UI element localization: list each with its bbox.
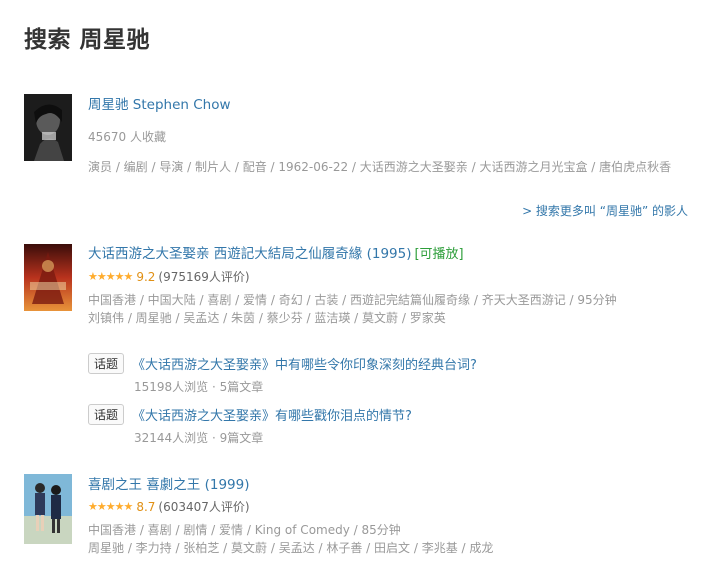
- movie-result-1: 大话西游之大圣娶亲 西遊記大結局之仙履奇緣 (1995) [可播放] ★★★★★ …: [24, 244, 700, 344]
- movie-cast-2: 周星驰 / 李力持 / 张柏芝 / 莫文蔚 / 吴孟达 / 林子善 / 田启文 …: [88, 541, 494, 555]
- rating-votes: (603407人评价): [158, 500, 250, 514]
- page-title: 搜索 周星驰: [24, 27, 151, 53]
- person-favorites: 45670 人收藏: [88, 130, 166, 144]
- topic-item-2: 话题 《大话西游之大圣娶亲》有哪些戳你泪点的情节? 32144人浏览 · 9篇文章: [88, 404, 412, 446]
- rating-votes: (975169人评价): [158, 270, 250, 284]
- movie-poster-1-image: [24, 244, 72, 311]
- star-rating-icon: ★★★★★: [88, 500, 133, 513]
- movie-cast-1: 刘镇伟 / 周星驰 / 吴孟达 / 朱茵 / 蔡少芬 / 蓝洁瑛 / 莫文蔚 /…: [88, 311, 446, 325]
- more-persons-link[interactable]: > 搜索更多叫 “周星驰” 的影人: [522, 202, 688, 219]
- person-photo[interactable]: [24, 94, 72, 161]
- topic-tag: 话题: [88, 353, 125, 374]
- person-info: 周星驰 Stephen Chow 45670 人收藏 演员 / 编剧 / 导演 …: [88, 96, 708, 176]
- person-result: 周星驰 Stephen Chow 45670 人收藏 演员 / 编剧 / 导演 …: [24, 94, 700, 234]
- rating-row-2: ★★★★★ 8.7 (603407人评价): [88, 499, 708, 515]
- person-photo-image: [24, 94, 72, 161]
- topic-title-link-1[interactable]: 《大话西游之大圣娶亲》中有哪些令你印象深刻的经典台词?: [132, 358, 477, 373]
- movie-poster-2[interactable]: [24, 474, 72, 544]
- rating-score: 8.7: [136, 500, 156, 514]
- playable-badge[interactable]: [可播放]: [414, 247, 463, 262]
- movie-poster-2-image: [24, 474, 72, 544]
- movie-title-link-2[interactable]: 喜剧之王 喜劇之王 (1999): [88, 477, 249, 493]
- person-details: 演员 / 编剧 / 导演 / 制片人 / 配音 / 1962-06-22 / 大…: [88, 160, 672, 174]
- movie-meta-2: 中国香港 / 喜剧 / 剧情 / 爱情 / King of Comedy / 8…: [88, 523, 401, 537]
- movie-meta-1: 中国香港 / 中国大陆 / 喜剧 / 爱情 / 奇幻 / 古装 / 西遊記完結篇…: [88, 293, 617, 307]
- topic-tag: 话题: [88, 404, 125, 425]
- topic-item-1: 话题 《大话西游之大圣娶亲》中有哪些令你印象深刻的经典台词? 15198人浏览 ·…: [88, 353, 477, 395]
- topic-meta-2: 32144人浏览 · 9篇文章: [134, 431, 264, 445]
- topic-title-link-2[interactable]: 《大话西游之大圣娶亲》有哪些戳你泪点的情节?: [132, 409, 412, 424]
- movie-result-2: 喜剧之王 喜劇之王 (1999) ★★★★★ 8.7 (603407人评价) 中…: [24, 474, 700, 574]
- movie-info-1: 大话西游之大圣娶亲 西遊記大結局之仙履奇緣 (1995) [可播放] ★★★★★ …: [88, 245, 708, 327]
- rating-row-1: ★★★★★ 9.2 (975169人评价): [88, 269, 708, 285]
- movie-poster-1[interactable]: [24, 244, 72, 311]
- topic-meta-1: 15198人浏览 · 5篇文章: [134, 380, 264, 394]
- person-name-link[interactable]: 周星驰 Stephen Chow: [88, 97, 231, 113]
- movie-info-2: 喜剧之王 喜劇之王 (1999) ★★★★★ 8.7 (603407人评价) 中…: [88, 476, 708, 557]
- star-rating-icon: ★★★★★: [88, 270, 133, 283]
- movie-title-link-1[interactable]: 大话西游之大圣娶亲 西遊記大結局之仙履奇緣 (1995): [88, 246, 411, 262]
- rating-score: 9.2: [136, 270, 156, 284]
